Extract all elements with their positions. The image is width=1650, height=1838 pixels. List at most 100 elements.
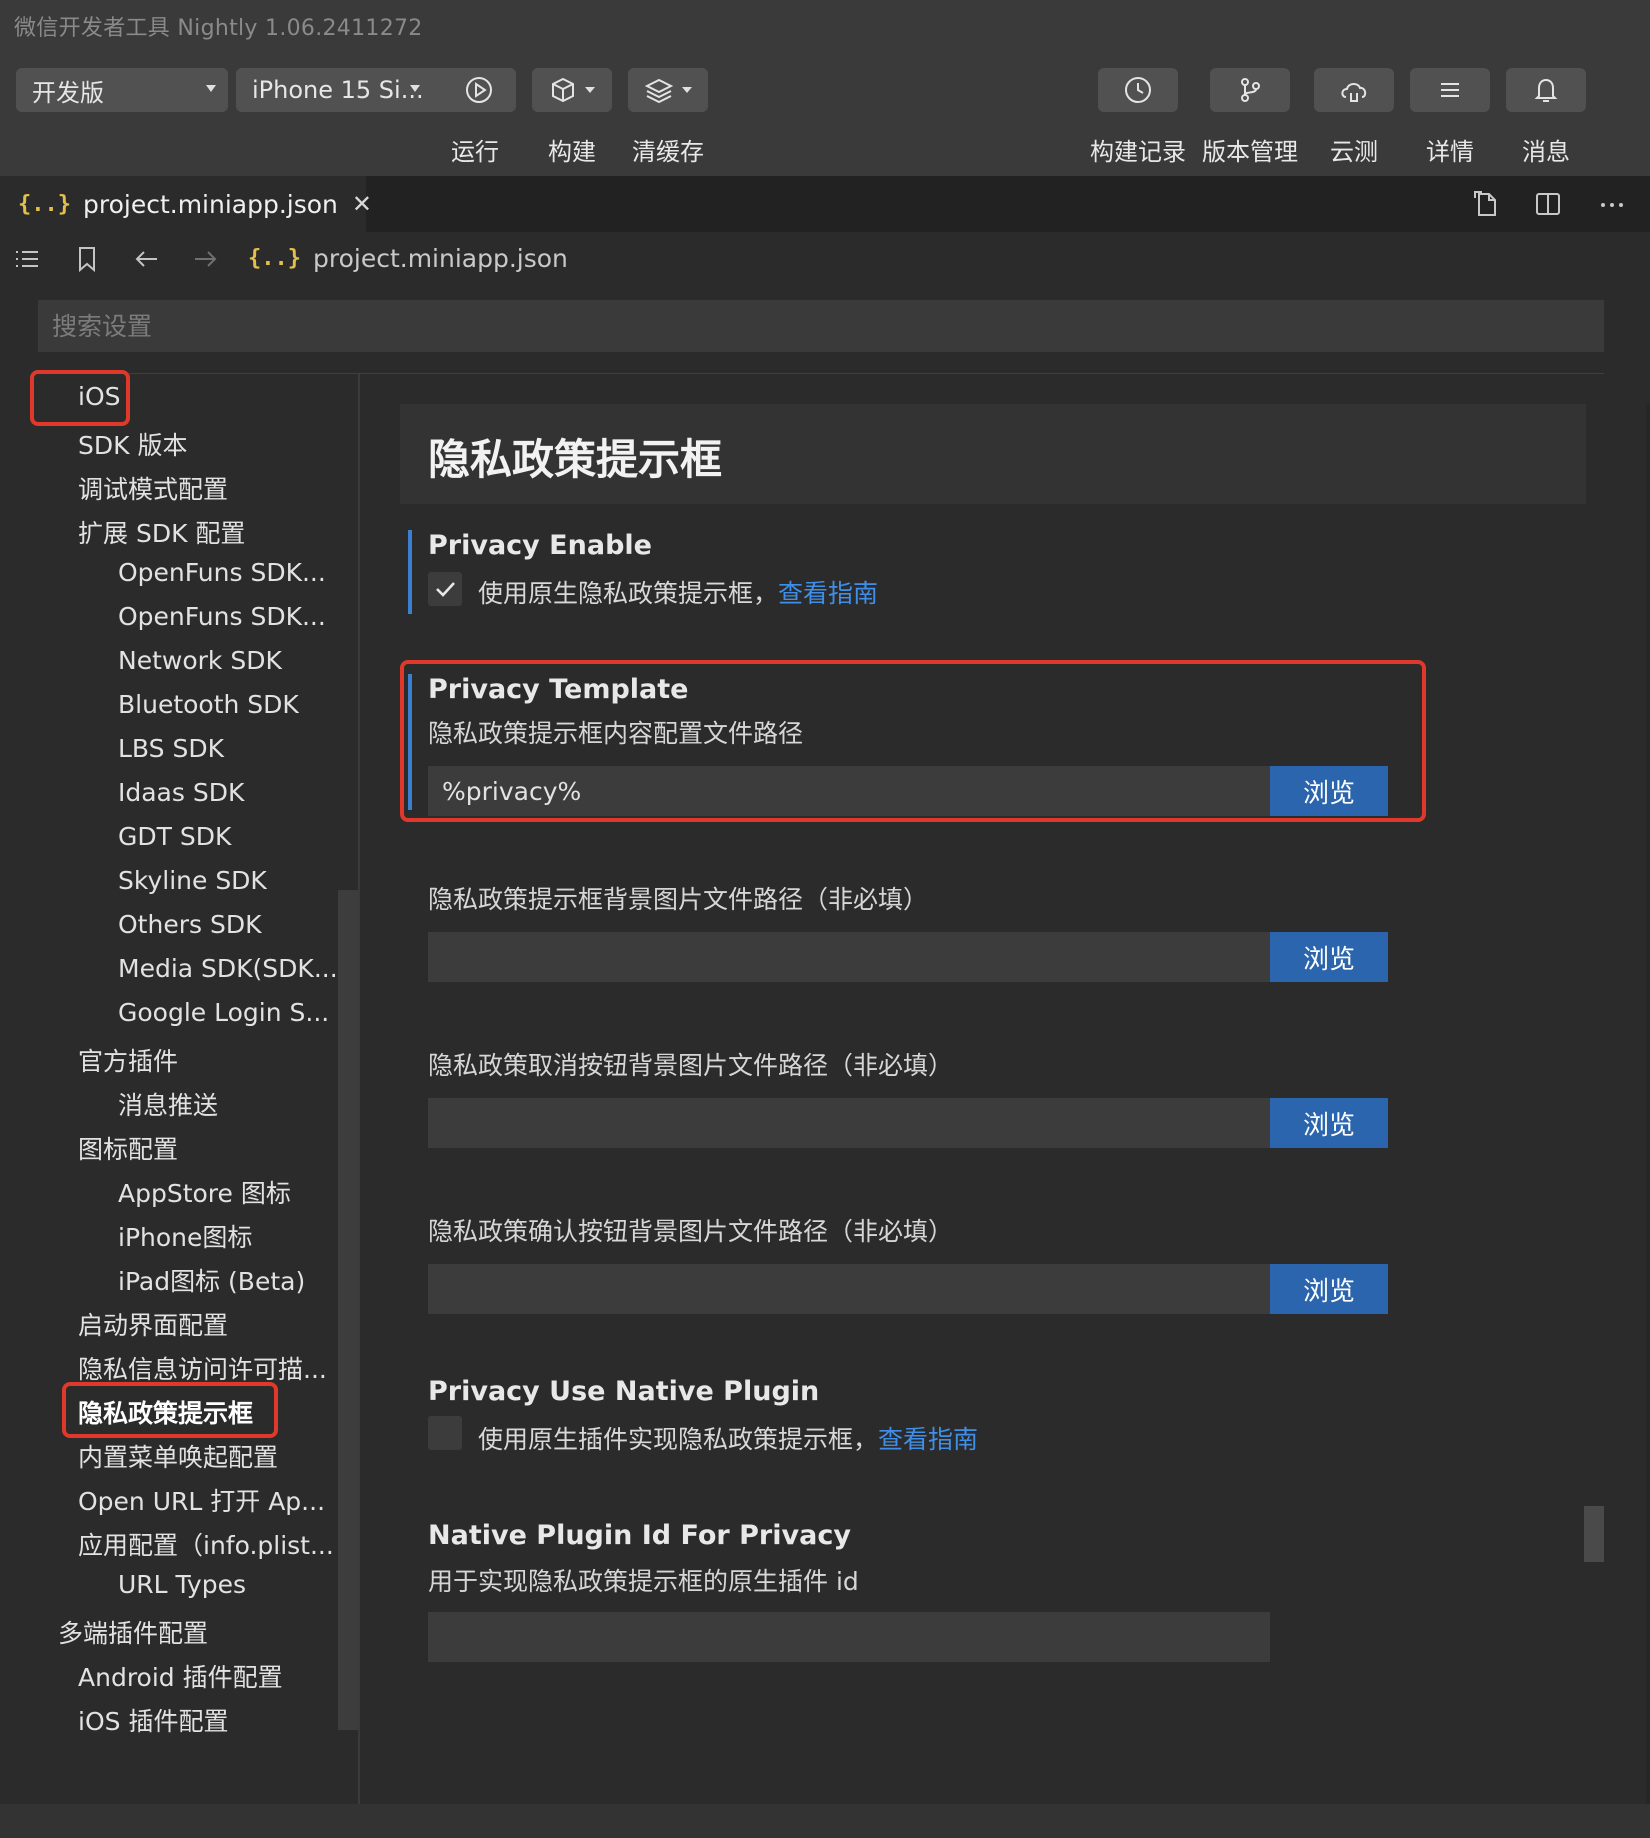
sidebar-item[interactable]: 扩展 SDK 配置	[78, 514, 245, 550]
sidebar-item[interactable]: GDT SDK	[118, 822, 231, 851]
sidebar-item[interactable]: 启动界面配置	[78, 1306, 228, 1342]
privacy-enable-label: 使用原生隐私政策提示框，查看指南	[478, 574, 878, 610]
chevron-down-icon	[206, 85, 216, 92]
sidebar-item[interactable]: Android 插件配置	[78, 1658, 283, 1694]
status-bar	[0, 1804, 1650, 1838]
privacy-template-title: Privacy Template	[428, 674, 689, 705]
clear-cache-button[interactable]	[628, 68, 708, 112]
forward-arrow-icon[interactable]	[188, 242, 222, 276]
privacy-enable-text: 使用原生隐私政策提示框，	[478, 579, 779, 608]
cancel-bg-input[interactable]	[428, 1098, 1270, 1148]
breadcrumb-file[interactable]: {..} project.miniapp.json	[248, 244, 568, 273]
bg-image-desc: 隐私政策提示框背景图片文件路径（非必填）	[428, 885, 929, 914]
native-plugin-id-input[interactable]	[428, 1612, 1270, 1662]
cancel-bg-browse-button[interactable]: 浏览	[1270, 1098, 1388, 1148]
page-header: 隐私政策提示框	[400, 404, 1586, 504]
open-changes-icon[interactable]	[1470, 188, 1502, 220]
sidebar-item[interactable]: Network SDK	[118, 646, 282, 675]
bg-image-input[interactable]	[428, 932, 1270, 982]
mode-select[interactable]: 开发版	[16, 68, 228, 112]
privacy-enable-guide-link[interactable]: 查看指南	[778, 579, 878, 608]
sidebar-scrollbar[interactable]	[338, 890, 358, 1730]
sidebar-item[interactable]: iPhone图标	[118, 1218, 252, 1254]
sidebar-item[interactable]: 应用配置（info.plist...	[78, 1526, 334, 1562]
native-plugin-title: Privacy Use Native Plugin	[428, 1376, 820, 1407]
window-title: 微信开发者工具 Nightly 1.06.2411272	[14, 16, 423, 41]
sidebar-item[interactable]: 官方插件	[78, 1042, 178, 1078]
sidebar-item[interactable]: OpenFuns SDK...	[118, 602, 326, 631]
device-select-value: iPhone 15 Si...	[252, 76, 424, 104]
messages-button[interactable]	[1506, 68, 1586, 112]
sidebar-item[interactable]: Idaas SDK	[118, 778, 244, 807]
cloud-test-button[interactable]	[1314, 68, 1394, 112]
back-arrow-icon[interactable]	[130, 242, 164, 276]
sidebar-item[interactable]: SDK 版本	[78, 426, 187, 462]
sidebar-item[interactable]: Skyline SDK	[118, 866, 267, 895]
build-history-button[interactable]	[1098, 68, 1178, 112]
privacy-enable-title: Privacy Enable	[428, 530, 652, 561]
breadcrumb-file-label: project.miniapp.json	[312, 244, 568, 273]
confirm-bg-browse-button[interactable]: 浏览	[1270, 1264, 1388, 1314]
cloud-test-label[interactable]: 云测	[1299, 132, 1409, 167]
sidebar-item[interactable]: 图标配置	[78, 1130, 178, 1166]
confirm-bg-desc: 隐私政策确认按钮背景图片文件路径（非必填）	[428, 1217, 954, 1246]
details-label[interactable]: 详情	[1395, 132, 1505, 167]
tab-label: project.miniapp.json	[82, 189, 338, 219]
main-scrollbar-track	[1646, 404, 1650, 1804]
modified-indicator	[408, 674, 412, 810]
sidebar-item[interactable]: OpenFuns SDK...	[118, 558, 326, 587]
play-circle-icon[interactable]	[464, 75, 494, 105]
sidebar-item[interactable]: iPad图标 (Beta)	[118, 1262, 305, 1298]
sidebar-item[interactable]: Google Login S...	[118, 998, 329, 1027]
split-editor-icon[interactable]	[1532, 188, 1564, 220]
sidebar-item[interactable]: Others SDK	[118, 910, 261, 939]
close-icon[interactable]: ✕	[352, 190, 372, 218]
bg-image-browse-button[interactable]: 浏览	[1270, 932, 1388, 982]
version-mgmt-button[interactable]	[1210, 68, 1290, 112]
sidebar-item[interactable]: 调试模式配置	[78, 470, 228, 506]
clock-icon	[1125, 77, 1151, 103]
privacy-template-input[interactable]	[428, 766, 1270, 816]
details-button[interactable]	[1410, 68, 1490, 112]
sidebar-item[interactable]: iOS 插件配置	[78, 1702, 228, 1738]
sidebar-item[interactable]: 隐私信息访问许可描...	[78, 1350, 327, 1386]
version-mgmt-label[interactable]: 版本管理	[1195, 132, 1305, 167]
privacy-enable-checkbox[interactable]	[428, 572, 462, 606]
more-actions-icon[interactable]	[1596, 188, 1628, 220]
cancel-bg-desc: 隐私政策取消按钮背景图片文件路径（非必填）	[428, 1051, 954, 1080]
confirm-bg-input[interactable]	[428, 1264, 1270, 1314]
sidebar-item[interactable]: URL Types	[118, 1570, 246, 1599]
sidebar-item[interactable]: 消息推送	[118, 1086, 218, 1122]
tab-project-miniapp-json[interactable]: {..} project.miniapp.json ✕	[0, 176, 372, 232]
mode-select-value: 开发版	[32, 78, 104, 107]
sidebar-item[interactable]: 内置菜单唤起配置	[78, 1438, 278, 1474]
sidebar-item[interactable]: LBS SDK	[118, 734, 224, 763]
build-history-label[interactable]: 构建记录	[1083, 132, 1193, 167]
page-title: 隐私政策提示框	[428, 435, 723, 484]
sidebar-item[interactable]: Media SDK(SDK...	[118, 954, 338, 983]
messages-label[interactable]: 消息	[1491, 132, 1601, 167]
device-select[interactable]: iPhone 15 Si...	[236, 68, 516, 112]
privacy-template-browse-button[interactable]: 浏览	[1270, 766, 1388, 816]
search-settings-input[interactable]	[38, 300, 1604, 352]
sidebar-highlight	[62, 1382, 278, 1438]
run-label[interactable]: 运行	[420, 132, 530, 167]
bookmark-icon[interactable]	[70, 242, 104, 276]
sidebar-highlight	[30, 370, 130, 426]
sidebar-item[interactable]: AppStore 图标	[118, 1174, 291, 1210]
build-button[interactable]	[532, 68, 612, 112]
build-label[interactable]: 构建	[517, 132, 627, 167]
native-plugin-checkbox[interactable]	[428, 1416, 462, 1450]
breadcrumb: {..} project.miniapp.json	[0, 232, 1650, 286]
native-plugin-guide-link[interactable]: 查看指南	[878, 1425, 978, 1454]
sidebar-item[interactable]: 多端插件配置	[58, 1614, 208, 1650]
native-plugin-id-desc: 用于实现隐私政策提示框的原生插件 id	[428, 1567, 859, 1596]
clear-cache-label[interactable]: 清缓存	[613, 132, 723, 167]
toolbar: 开发版 iPhone 15 Si... 运行 构建 清缓存 构建记录 版本管理 …	[0, 46, 1650, 176]
modified-indicator	[408, 530, 412, 614]
sidebar-item[interactable]: Open URL 打开 Ap...	[78, 1482, 325, 1518]
git-branch-icon	[1241, 78, 1260, 102]
sidebar-item[interactable]: Bluetooth SDK	[118, 690, 299, 719]
list-icon[interactable]	[10, 242, 44, 276]
main-scrollbar-thumb[interactable]	[1584, 1506, 1604, 1562]
